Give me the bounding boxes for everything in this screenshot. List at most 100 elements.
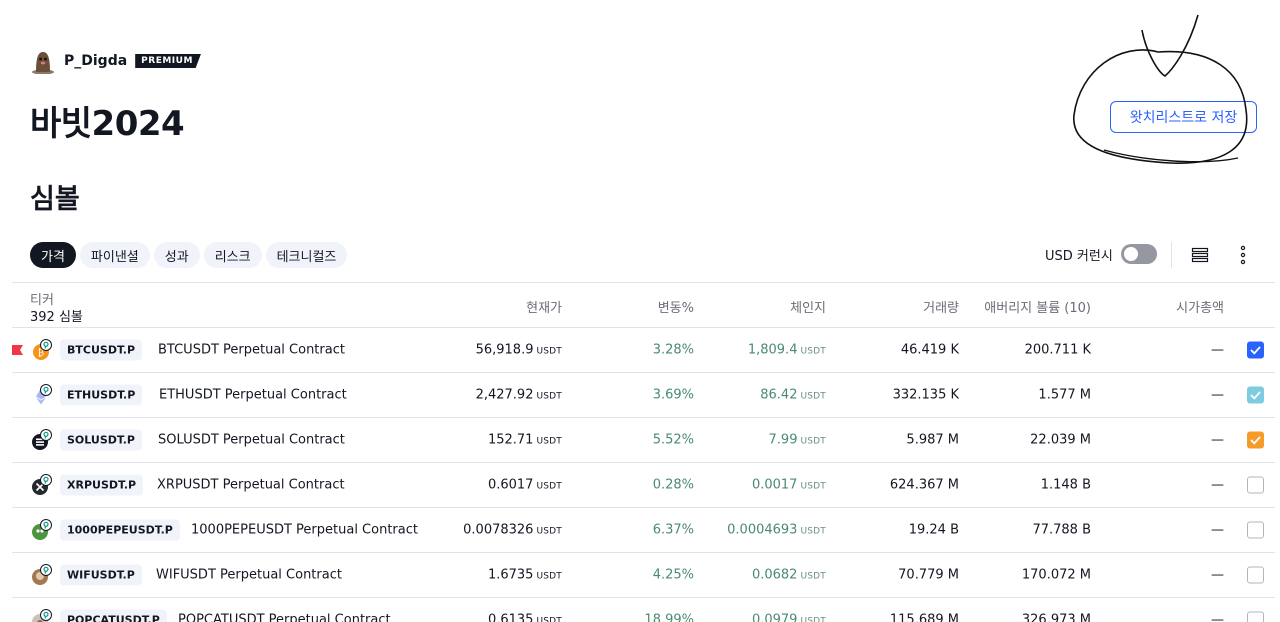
change-pct-cell: 5.52% bbox=[652, 432, 694, 448]
change-value: 0.0979 bbox=[751, 612, 798, 622]
row-checkbox[interactable] bbox=[1247, 611, 1264, 622]
row-checkbox[interactable] bbox=[1247, 386, 1264, 404]
avatar[interactable] bbox=[30, 48, 56, 74]
usd-currency-label: USD 커런시 bbox=[1045, 248, 1113, 264]
row-checkbox[interactable] bbox=[1247, 521, 1264, 539]
symbol-description[interactable]: 1000PEPEUSDT Perpetual Contract bbox=[191, 523, 418, 538]
symbols-table: 티커 392 심볼 현재가 변동% 체인지 거래량 애버리지 볼륨 (10) 시… bbox=[12, 282, 1275, 622]
xrp-icon bbox=[30, 474, 52, 496]
symbol-description[interactable]: BTCUSDT Perpetual Contract bbox=[158, 343, 345, 358]
avg-volume-cell: 22.039 M bbox=[1030, 432, 1091, 448]
change-value: 0.0682 bbox=[751, 567, 798, 583]
price-value: 1.6735 bbox=[487, 567, 534, 583]
col-volume[interactable]: 거래량 bbox=[923, 297, 959, 316]
col-avg-volume[interactable]: 애버리지 볼륨 (10) bbox=[984, 297, 1091, 316]
tab-risk[interactable]: 리스크 bbox=[203, 242, 262, 268]
ticker-badge[interactable]: XRPUSDT.P bbox=[60, 474, 144, 496]
price-unit: USDT bbox=[536, 436, 562, 447]
tab-price[interactable]: 가격 bbox=[30, 242, 76, 268]
change-unit: USDT bbox=[800, 346, 826, 357]
col-price[interactable]: 현재가 bbox=[526, 297, 562, 316]
tab-performance[interactable]: 성과 bbox=[153, 242, 200, 268]
col-change[interactable]: 체인지 bbox=[790, 297, 826, 316]
col-market-cap[interactable]: 시가총액 bbox=[1176, 297, 1224, 316]
ticker-badge[interactable]: 1000PEPEUSDT.P bbox=[60, 519, 180, 541]
save-to-watchlist-button[interactable]: 왓치리스트로 저장 bbox=[1110, 101, 1257, 133]
price-unit: USDT bbox=[536, 346, 562, 357]
price-cell: 152.71 USDT bbox=[488, 433, 562, 448]
change-value: 86.42 bbox=[760, 387, 798, 403]
volume-cell: 70.779 M bbox=[898, 567, 959, 583]
table-row[interactable]: POPCATUSDT.P POPCATUSDT Perpetual Contra… bbox=[12, 598, 1275, 622]
ticker-badge[interactable]: BTCUSDT.P bbox=[60, 339, 143, 361]
table-row[interactable]: XRPUSDT.P XRPUSDT Perpetual Contract 0.6… bbox=[12, 463, 1275, 508]
price-unit: USDT bbox=[536, 571, 562, 582]
volume-cell: 46.419 K bbox=[900, 342, 959, 358]
symbol-description[interactable]: WIFUSDT Perpetual Contract bbox=[156, 568, 342, 583]
wif-icon bbox=[30, 564, 52, 586]
table-header: 티커 392 심볼 현재가 변동% 체인지 거래량 애버리지 볼륨 (10) 시… bbox=[12, 282, 1275, 328]
symbol-count: 392 심볼 bbox=[30, 310, 83, 325]
ticker-badge[interactable]: POPCATUSDT.P bbox=[60, 609, 167, 622]
change-unit: USDT bbox=[800, 436, 826, 447]
volume-cell: 624.367 M bbox=[889, 477, 959, 493]
list-view-icon[interactable] bbox=[1191, 246, 1209, 264]
price-value: 56,918.9 bbox=[475, 342, 534, 358]
change-value: 0.0004693 bbox=[727, 522, 798, 538]
row-checkbox[interactable] bbox=[1247, 476, 1264, 494]
divider bbox=[1171, 242, 1172, 268]
market-cap-cell: — bbox=[1211, 342, 1224, 358]
tab-technicals[interactable]: 테크니컬즈 bbox=[265, 242, 348, 268]
tab-financial[interactable]: 파이낸셜 bbox=[79, 242, 150, 268]
ticker-badge[interactable]: WIFUSDT.P bbox=[60, 564, 142, 586]
pepe-icon bbox=[30, 519, 52, 541]
change-pct-cell: 3.69% bbox=[652, 387, 694, 403]
price-unit: USDT bbox=[536, 481, 562, 492]
table-row[interactable]: SOLUSDT.P SOLUSDT Perpetual Contract 152… bbox=[12, 418, 1275, 463]
usd-currency-toggle[interactable]: USD 커런시 bbox=[1045, 244, 1157, 264]
symbol-description[interactable]: POPCATUSDT Perpetual Contract bbox=[178, 613, 391, 622]
eth-icon bbox=[30, 384, 52, 406]
page-title: 바빗2024 bbox=[30, 104, 185, 144]
change-unit: USDT bbox=[800, 571, 826, 582]
flag-icon[interactable] bbox=[12, 344, 24, 356]
author-name[interactable]: P_Digda bbox=[64, 53, 127, 69]
symbol-description[interactable]: XRPUSDT Perpetual Contract bbox=[157, 478, 345, 493]
ticker-badge[interactable]: ETHUSDT.P bbox=[60, 384, 143, 406]
price-unit: USDT bbox=[536, 616, 562, 622]
change-cell: 1,809.4 USDT bbox=[748, 343, 826, 358]
table-row[interactable]: ₿ BTCUSDT.P BTCUSDT Perpetual Contract 5… bbox=[12, 328, 1275, 373]
change-unit: USDT bbox=[800, 616, 826, 622]
table-row[interactable]: ETHUSDT.P ETHUSDT Perpetual Contract 2,4… bbox=[12, 373, 1275, 418]
change-value: 0.0017 bbox=[751, 477, 798, 493]
table-row[interactable]: WIFUSDT.P WIFUSDT Perpetual Contract 1.6… bbox=[12, 553, 1275, 598]
popcat-icon bbox=[30, 609, 52, 622]
more-options-icon[interactable] bbox=[1236, 244, 1250, 266]
price-cell: 56,918.9 USDT bbox=[476, 343, 562, 358]
volume-cell: 19.24 B bbox=[908, 522, 959, 538]
volume-cell: 5.987 M bbox=[906, 432, 959, 448]
change-unit: USDT bbox=[800, 391, 826, 402]
col-change-pct[interactable]: 변동% bbox=[658, 297, 694, 316]
symbol-description[interactable]: ETHUSDT Perpetual Contract bbox=[159, 388, 347, 403]
table-row[interactable]: 1000PEPEUSDT.P 1000PEPEUSDT Perpetual Co… bbox=[12, 508, 1275, 553]
symbol-description[interactable]: SOLUSDT Perpetual Contract bbox=[158, 433, 345, 448]
premium-badge: PREMIUM bbox=[135, 54, 201, 68]
row-checkbox[interactable] bbox=[1247, 341, 1264, 359]
ticker-badge[interactable]: SOLUSDT.P bbox=[60, 429, 142, 451]
row-checkbox[interactable] bbox=[1247, 431, 1264, 449]
change-cell: 0.0004693 USDT bbox=[727, 523, 826, 538]
change-pct-cell: 0.28% bbox=[652, 477, 694, 493]
row-checkbox[interactable] bbox=[1247, 566, 1264, 584]
market-cap-cell: — bbox=[1211, 477, 1224, 493]
author[interactable]: P_Digda PREMIUM bbox=[30, 48, 201, 74]
avg-volume-cell: 200.711 K bbox=[1024, 342, 1091, 358]
avg-volume-cell: 1.577 M bbox=[1038, 387, 1091, 403]
change-cell: 86.42 USDT bbox=[760, 388, 826, 403]
market-cap-cell: — bbox=[1211, 567, 1224, 583]
volume-cell: 332.135 K bbox=[892, 387, 959, 403]
change-unit: USDT bbox=[800, 481, 826, 492]
toggle-switch[interactable] bbox=[1120, 244, 1157, 264]
price-cell: 2,427.92 USDT bbox=[476, 388, 562, 403]
avg-volume-cell: 1.148 B bbox=[1040, 477, 1091, 493]
